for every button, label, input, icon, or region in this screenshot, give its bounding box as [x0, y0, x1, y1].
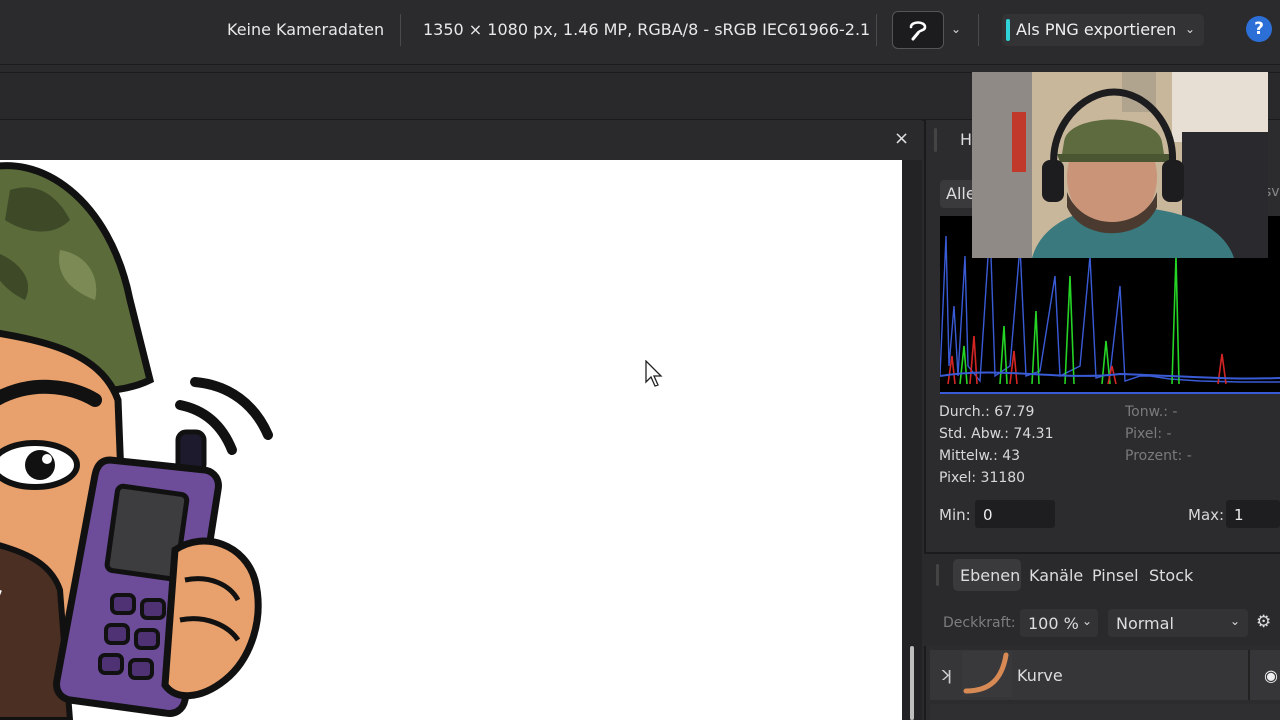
refine-tool-button[interactable] — [892, 11, 944, 49]
document-canvas[interactable] — [0, 160, 902, 720]
visibility-eye-icon[interactable]: ◉ — [1264, 666, 1278, 685]
min-label: Min: — [939, 506, 971, 524]
toolbar-divider — [978, 14, 979, 46]
export-accent-bar — [1006, 19, 1010, 41]
blend-chevron-icon[interactable]: ⌄ — [1230, 614, 1240, 628]
mascot-illustration — [0, 162, 273, 720]
image-info: 1350 × 1080 px, 1.46 MP, RGBA/8 - sRGB I… — [423, 20, 871, 39]
stat-median: Mittelw.: 43 — [939, 448, 1021, 464]
export-chevron-icon[interactable]: ⌄ — [1185, 22, 1195, 36]
camera-info: Keine Kameradaten — [227, 20, 385, 39]
max-value: 1 — [1234, 506, 1244, 524]
tab-histogram[interactable]: H — [960, 130, 972, 149]
mouse-cursor-icon — [645, 360, 663, 387]
layer-name: Kurve — [1017, 666, 1063, 685]
canvas-vertical-scrollbar[interactable] — [902, 160, 922, 720]
gear-icon[interactable]: ⚙ — [1256, 612, 1271, 632]
chevron-down-icon[interactable]: ⌄ — [951, 22, 961, 36]
adjustment-layer-icon: ʞ — [940, 664, 953, 685]
panel-drag-handle[interactable] — [936, 564, 939, 586]
help-button[interactable]: ? — [1246, 16, 1272, 42]
webcam-overlay — [972, 72, 1268, 258]
layer-row[interactable] — [930, 704, 1280, 720]
min-value: 0 — [983, 506, 993, 524]
webcam-feed — [972, 72, 1268, 258]
document-tab-bar — [0, 120, 922, 160]
max-label: Max: — [1188, 506, 1225, 524]
stat-pixels: Pixel: 31180 — [939, 470, 1026, 486]
curve-thumbnail — [963, 652, 1009, 694]
app-window: Keine Kameradaten 1350 × 1080 px, 1.46 M… — [0, 0, 1280, 720]
refine-brush-icon — [909, 21, 927, 41]
toolbar-divider — [400, 14, 401, 46]
close-document-icon[interactable]: × — [894, 128, 909, 149]
tab-brushes[interactable]: Pinsel — [1092, 566, 1139, 585]
blend-mode-value: Normal — [1116, 614, 1174, 633]
opacity-value: 100 % — [1028, 614, 1079, 633]
toolbar-divider — [876, 14, 877, 46]
tab-stock[interactable]: Stock — [1149, 566, 1193, 585]
stat-pixel-value: Pixel: - — [1125, 426, 1172, 442]
panel-drag-handle[interactable] — [934, 128, 937, 152]
layer-thumbnail — [962, 651, 1012, 697]
stat-std-dev: Std. Abw.: 74.31 — [939, 426, 1054, 442]
stat-mean: Durch.: 67.79 — [939, 404, 1035, 420]
opacity-label: Deckkraft: — [943, 615, 1016, 631]
tab-channels[interactable]: Kanäle — [1029, 566, 1083, 585]
tab-layers[interactable]: Ebenen — [960, 566, 1020, 585]
opacity-chevron-icon[interactable]: ⌄ — [1082, 614, 1092, 628]
export-label: Als PNG exportieren — [1016, 20, 1177, 39]
export-png-button[interactable]: Als PNG exportieren — [1002, 14, 1204, 46]
layer-divider — [1248, 650, 1250, 700]
stat-tone: Tonw.: - — [1125, 404, 1178, 420]
stat-percent: Prozent: - — [1125, 448, 1192, 464]
scrollbar-thumb[interactable] — [910, 646, 914, 720]
